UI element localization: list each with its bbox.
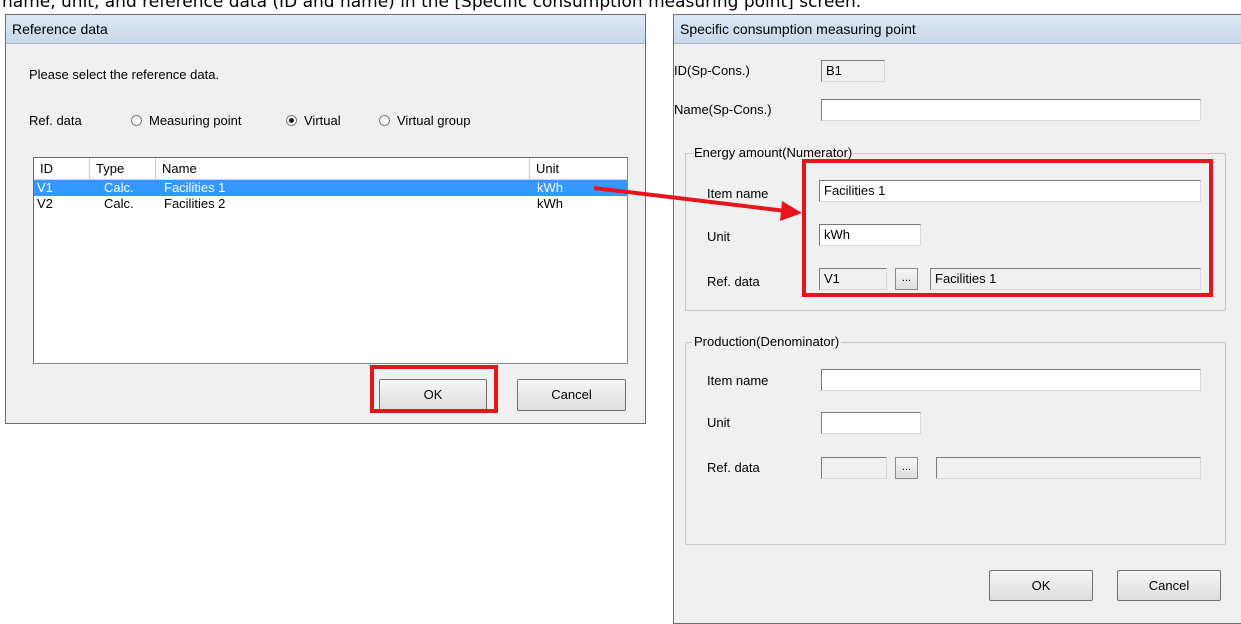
denominator-browse-button[interactable]: ... xyxy=(895,457,918,479)
radio-virtual-group[interactable]: Virtual group xyxy=(379,112,470,130)
table-row[interactable]: V1 Calc. Facilities 1 kWh xyxy=(34,180,627,196)
name-field[interactable] xyxy=(821,99,1201,121)
radio-selected-icon xyxy=(286,115,297,126)
denominator-group-title: Production(Denominator) xyxy=(692,334,842,350)
specific-consumption-dialog: Specific consumption measuring point ID(… xyxy=(673,14,1241,624)
column-header-id[interactable]: ID xyxy=(34,158,90,180)
column-header-unit[interactable]: Unit xyxy=(530,158,627,180)
reference-data-dialog: Reference data Please select the referen… xyxy=(5,14,646,424)
column-header-name[interactable]: Name xyxy=(156,158,530,180)
cell-unit: kWh xyxy=(537,196,563,211)
reference-dialog-title: Reference data xyxy=(6,15,645,44)
sp-dialog-title: Specific consumption measuring point xyxy=(674,15,1241,44)
cell-id: V2 xyxy=(37,196,53,211)
ref-data-label: Ref. data xyxy=(29,113,82,128)
ok-highlight-box xyxy=(370,365,498,413)
radio-measuring-point-label: Measuring point xyxy=(149,113,242,128)
denominator-ref-label: Ref. data xyxy=(707,460,760,475)
table-row[interactable]: V2 Calc. Facilities 2 kWh xyxy=(34,196,627,212)
denominator-item-field[interactable] xyxy=(821,369,1201,391)
radio-virtual-group-label: Virtual group xyxy=(397,113,471,128)
numerator-highlight-box xyxy=(802,159,1213,297)
radio-circle-icon xyxy=(131,115,142,126)
red-arrow-icon xyxy=(593,186,802,221)
cell-name: Facilities 2 xyxy=(164,196,226,211)
radio-measuring-point[interactable]: Measuring point xyxy=(131,112,242,130)
radio-virtual[interactable]: Virtual xyxy=(286,112,341,130)
id-label: ID(Sp-Cons.) xyxy=(674,63,750,78)
radio-circle-icon xyxy=(379,115,390,126)
reference-list[interactable]: ID Type Name Unit V1 Calc. Facilities 1 … xyxy=(33,157,628,364)
denominator-ref-id-field[interactable] xyxy=(821,457,887,479)
radio-virtual-label: Virtual xyxy=(304,113,341,128)
cancel-button[interactable]: Cancel xyxy=(517,379,626,411)
cell-name: Facilities 1 xyxy=(164,180,226,195)
numerator-unit-label: Unit xyxy=(707,229,731,244)
denominator-ref-name-field[interactable] xyxy=(936,457,1201,479)
denominator-item-label: Item name xyxy=(707,373,769,388)
cell-type: Calc. xyxy=(104,180,134,195)
denominator-unit-label: Unit xyxy=(707,415,731,430)
cell-id: V1 xyxy=(37,180,53,195)
denominator-unit-field[interactable] xyxy=(821,412,921,434)
numerator-ref-label: Ref. data xyxy=(707,274,760,289)
column-header-type[interactable]: Type xyxy=(90,158,156,180)
caption-text: name, unit, and reference data (ID and n… xyxy=(2,0,862,12)
sp-cancel-button[interactable]: Cancel xyxy=(1117,570,1221,601)
sp-ok-button[interactable]: OK xyxy=(989,570,1093,601)
id-field[interactable]: B1 xyxy=(821,60,885,82)
name-label: Name(Sp-Cons.) xyxy=(674,102,772,117)
reference-prompt: Please select the reference data. xyxy=(29,67,220,82)
cell-unit: kWh xyxy=(537,180,563,195)
cell-type: Calc. xyxy=(104,196,134,211)
